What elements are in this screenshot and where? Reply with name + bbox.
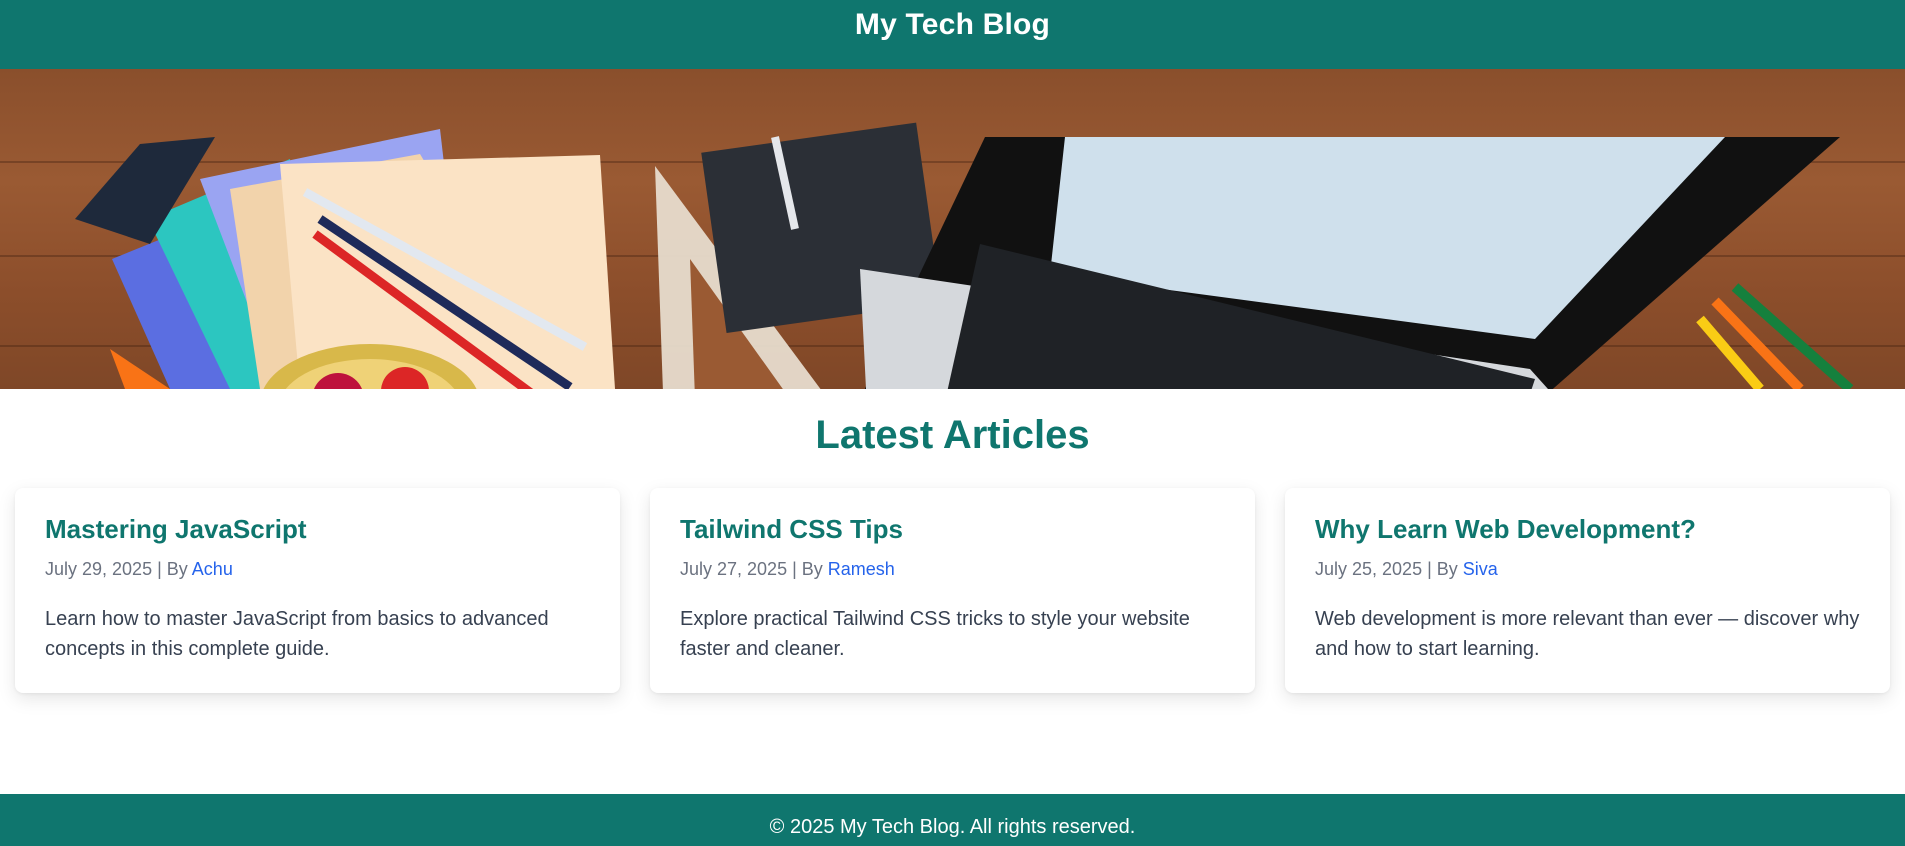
article-date: July 29, 2025 <box>45 559 153 579</box>
articles-grid: Mastering JavaScript July 29, 2025 | By … <box>0 488 1905 693</box>
article-excerpt: Learn how to master JavaScript from basi… <box>45 608 549 660</box>
article-excerpt: Explore practical Tailwind CSS tricks to… <box>680 608 1190 660</box>
article-meta: July 27, 2025 | By Ramesh <box>680 559 1225 580</box>
article-card[interactable]: Tailwind CSS Tips July 27, 2025 | By Ram… <box>650 488 1255 693</box>
article-meta: July 25, 2025 | By Siva <box>1315 559 1860 580</box>
article-title[interactable]: Tailwind CSS Tips <box>680 514 1225 545</box>
section-title: Latest Articles <box>815 413 1090 457</box>
author-link[interactable]: Ramesh <box>828 559 895 579</box>
author-link[interactable]: Achu <box>192 559 233 579</box>
hero-image <box>75 122 1854 389</box>
pencil-yellow <box>1696 315 1764 389</box>
site-header: My Tech Blog <box>0 0 1905 69</box>
article-excerpt: Web development is more relevant than ev… <box>1315 608 1860 660</box>
author-link[interactable]: Siva <box>1463 559 1498 579</box>
article-by: | By <box>1427 559 1458 579</box>
hero-banner <box>0 69 1905 389</box>
main-content: Latest Articles Mastering JavaScript Jul… <box>0 389 1905 693</box>
article-by: | By <box>792 559 823 579</box>
article-title[interactable]: Mastering JavaScript <box>45 514 590 545</box>
site-title[interactable]: My Tech Blog <box>855 8 1050 42</box>
article-card[interactable]: Mastering JavaScript July 29, 2025 | By … <box>15 488 620 693</box>
article-date: July 27, 2025 <box>680 559 788 579</box>
article-meta: July 29, 2025 | By Achu <box>45 559 590 580</box>
copyright-text: © 2025 My Tech Blog. All rights reserved… <box>769 816 1136 838</box>
article-date: July 25, 2025 <box>1315 559 1423 579</box>
article-card[interactable]: Why Learn Web Development? July 25, 2025… <box>1285 488 1890 693</box>
article-title[interactable]: Why Learn Web Development? <box>1315 514 1860 545</box>
site-footer: © 2025 My Tech Blog. All rights reserved… <box>0 794 1905 846</box>
article-by: | By <box>157 559 188 579</box>
